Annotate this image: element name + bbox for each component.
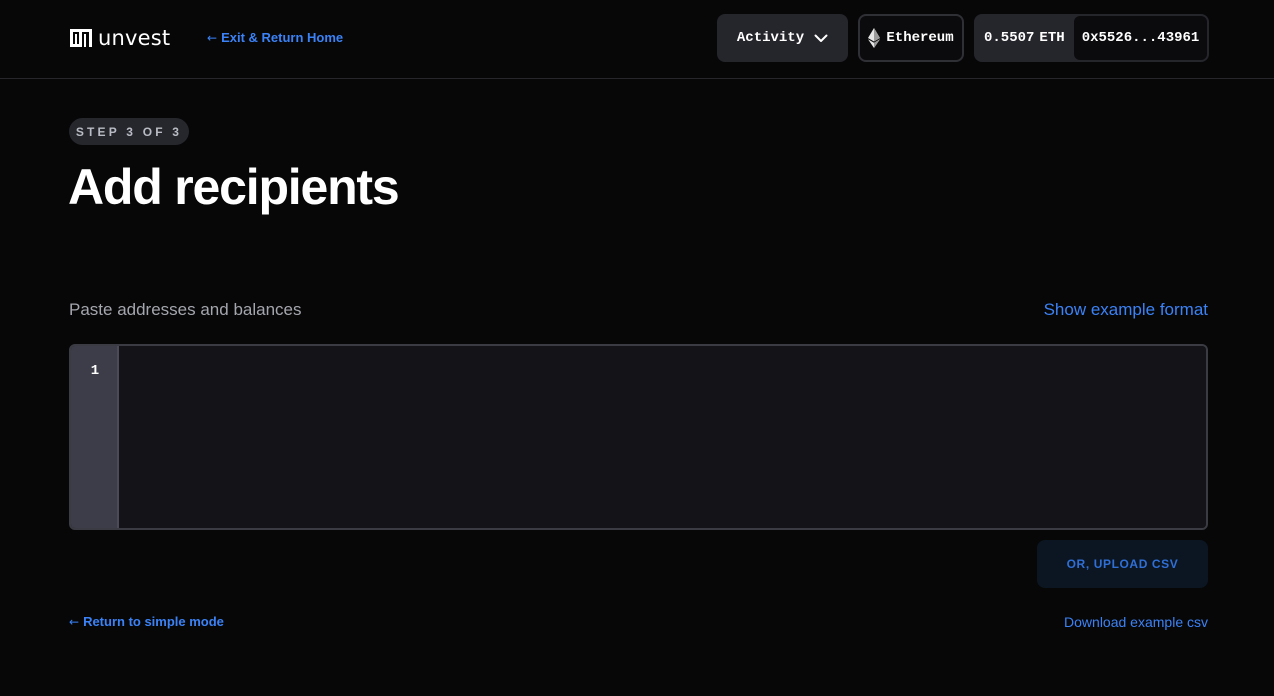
line-number-gutter: 1 <box>71 346 119 528</box>
wallet-balance: 0.5507 ETH <box>974 30 1074 46</box>
line-number: 1 <box>90 363 100 379</box>
show-example-format-link[interactable]: Show example format <box>1044 300 1208 320</box>
wallet-address[interactable]: 0x5526...43961 <box>1074 16 1207 60</box>
app-logo[interactable]: unvest <box>70 26 170 50</box>
wallet-button[interactable]: 0.5507 ETH 0x5526...43961 <box>974 14 1209 62</box>
balance-unit: ETH <box>1039 30 1065 46</box>
upload-csv-button[interactable]: OR, UPLOAD CSV <box>1037 540 1208 588</box>
recipients-code-editor: 1 <box>69 344 1208 530</box>
arrow-left-icon: ← <box>207 30 218 45</box>
top-navigation-bar: unvest ← Exit & Return Home Activity Eth… <box>0 0 1274 79</box>
recipients-input[interactable] <box>119 346 1206 528</box>
return-simple-mode-link[interactable]: ← Return to simple mode <box>69 614 224 629</box>
exit-link-label: Exit & Return Home <box>221 30 344 45</box>
logo-text: unvest <box>98 26 171 50</box>
activity-label: Activity <box>736 30 805 46</box>
unvest-logo-icon <box>70 29 92 47</box>
activity-dropdown-button[interactable]: Activity <box>717 14 848 62</box>
arrow-left-icon: ← <box>69 614 80 629</box>
page-title: Add recipients <box>68 159 400 215</box>
exit-return-home-link[interactable]: ← Exit & Return Home <box>207 30 343 45</box>
chevron-down-icon <box>814 34 828 42</box>
network-label: Ethereum <box>886 30 954 46</box>
step-badge: STEP 3 OF 3 <box>69 118 189 145</box>
return-simple-mode-label: Return to simple mode <box>83 614 224 629</box>
balance-value: 0.5507 <box>984 30 1035 46</box>
paste-addresses-label: Paste addresses and balances <box>69 300 302 319</box>
ethereum-icon <box>868 28 881 48</box>
network-selector-button[interactable]: Ethereum <box>858 14 964 62</box>
download-example-csv-link[interactable]: Download example csv <box>1064 614 1208 630</box>
